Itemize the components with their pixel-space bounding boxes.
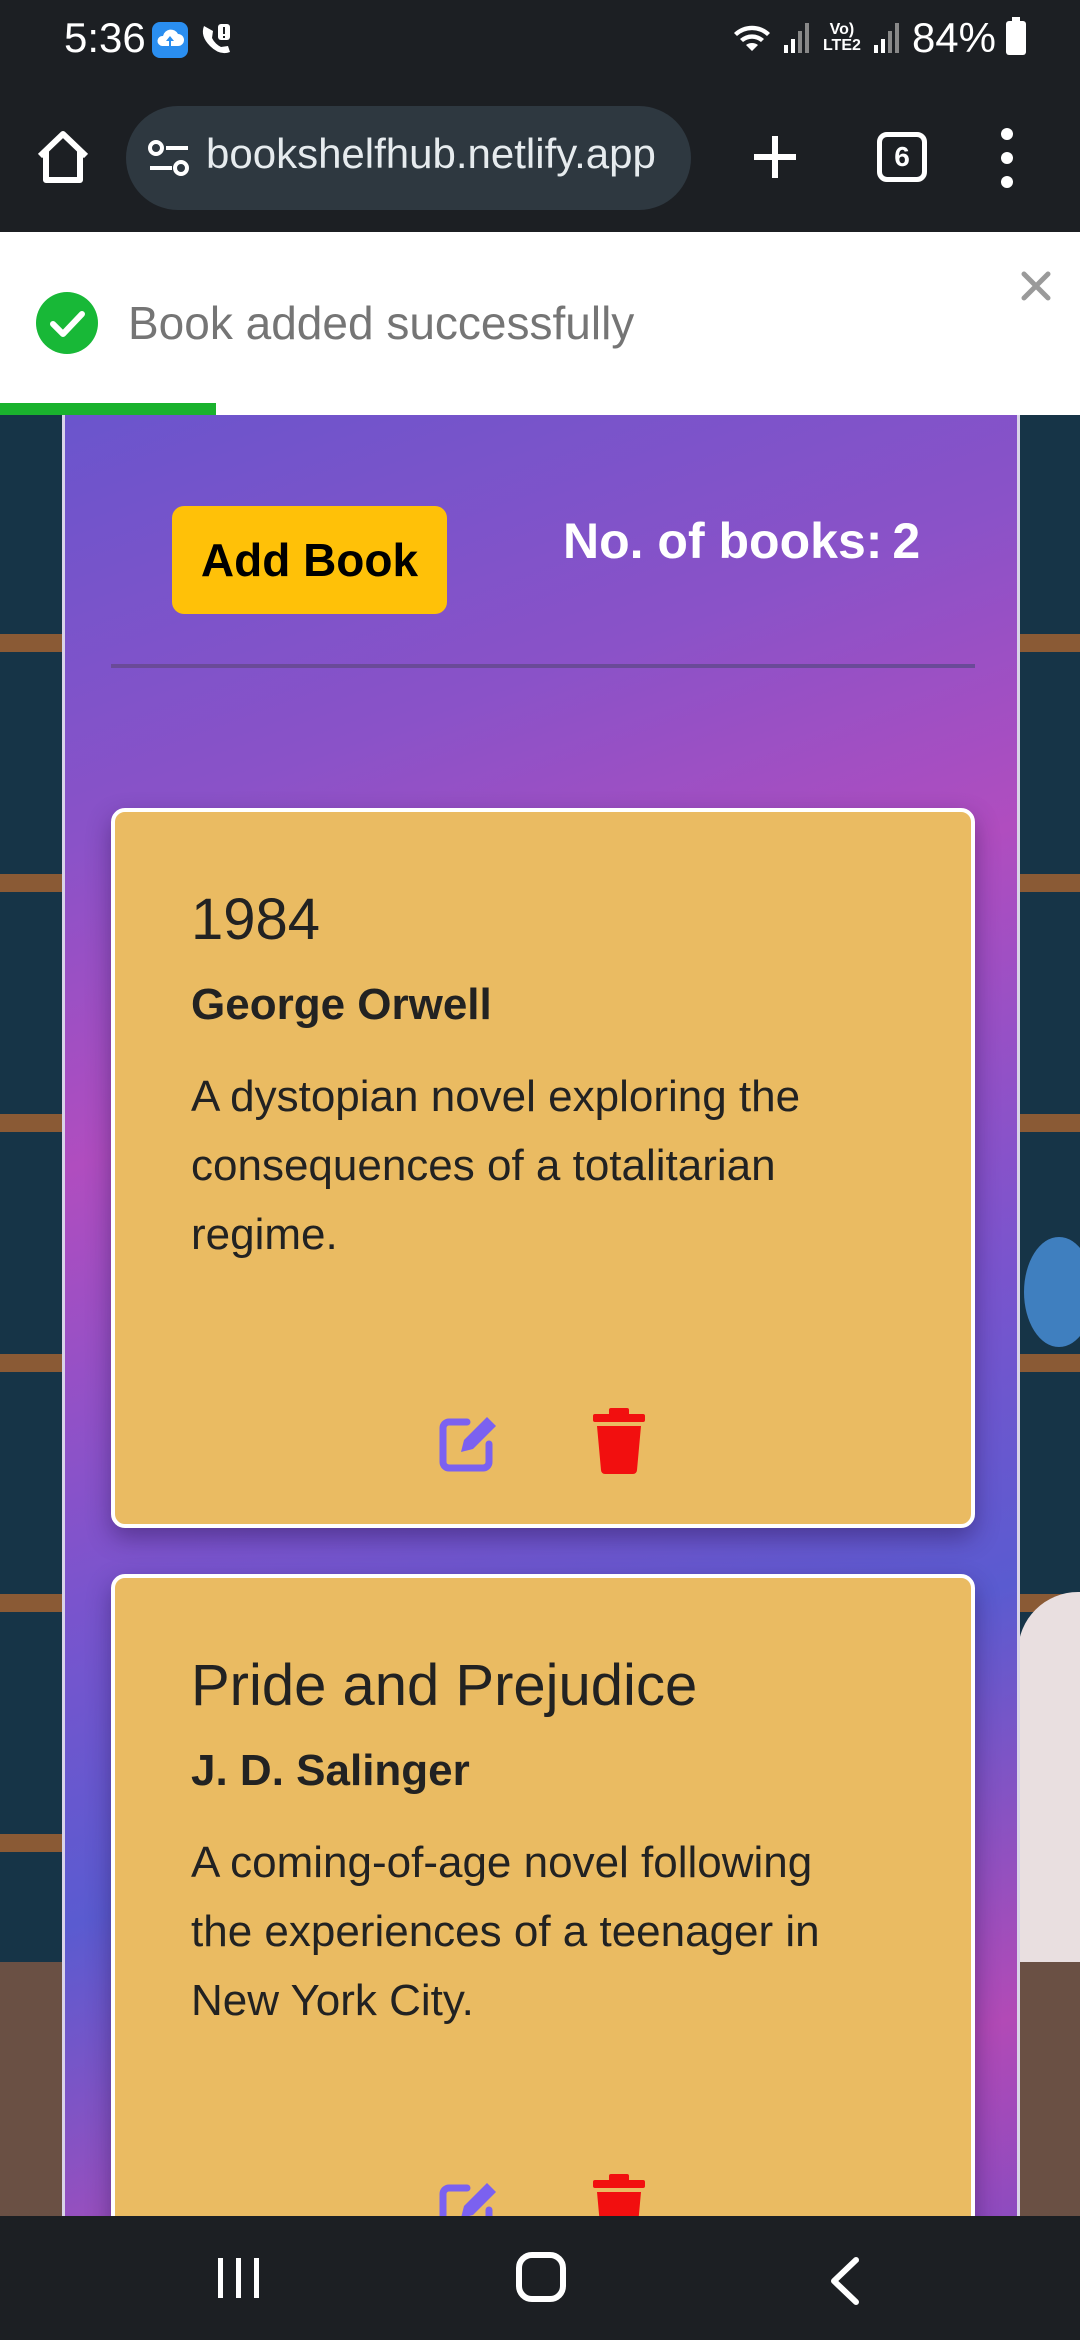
book-count-label: No. of books: [563, 513, 883, 569]
recent-apps-button[interactable] [216, 2256, 262, 2300]
check-circle-icon [36, 292, 98, 354]
status-time: 5:36 [64, 14, 146, 61]
add-book-button[interactable]: Add Book [172, 506, 447, 614]
signal-icon-2 [873, 23, 899, 53]
bookshelf-panel: Add Book No. of books: 2 1984 George Orwe… [62, 412, 1020, 2216]
edit-book-button[interactable] [437, 1410, 501, 1474]
more-vertical-icon [1001, 128, 1013, 188]
book-count-value: 2 [892, 513, 921, 569]
book-author: J. D. Salinger [191, 1746, 470, 1795]
book-card: Pride and Prejudice J. D. Salinger A com… [111, 1574, 975, 2216]
edit-book-button[interactable] [437, 2176, 501, 2216]
pen-to-square-icon [439, 1417, 496, 1472]
nav-back-button[interactable] [826, 2256, 862, 2306]
book-title: Pride and Prejudice [191, 1653, 698, 1718]
tab-switcher-button[interactable]: 6 [877, 132, 927, 182]
new-tab-button[interactable] [746, 128, 804, 186]
trash-icon [593, 1408, 645, 1474]
web-page: Add Book No. of books: 2 1984 George Orwe… [0, 232, 1080, 2216]
address-bar[interactable]: bookshelfhub.netlify.app [126, 106, 691, 210]
back-icon [831, 2257, 859, 2305]
book-description: A coming-of-age novel following the expe… [191, 1838, 820, 2025]
toast-close-button[interactable] [1016, 266, 1056, 306]
toast-message: Book added successfully [128, 297, 635, 349]
home-icon [37, 131, 89, 183]
pen-to-square-icon [439, 2183, 496, 2216]
bookshelf-background-left [0, 412, 64, 2216]
toast-progress-bar [0, 403, 216, 415]
book-card: 1984 George Orwell A dystopian novel exp… [111, 808, 975, 1528]
delete-book-button[interactable] [591, 1408, 647, 1474]
book-count: No. of books: 2 [563, 512, 920, 570]
bookshelf-background-right [1018, 412, 1080, 2216]
home-button[interactable] [28, 122, 98, 192]
browser-toolbar: bookshelfhub.netlify.app 6 [0, 80, 1080, 232]
status-bar: 5:36 Vo) LTE2 84% [0, 0, 1080, 80]
url-text: bookshelfhub.netlify.app [206, 130, 656, 177]
site-settings-icon[interactable] [148, 140, 190, 176]
battery-percent: 84% [911, 14, 996, 61]
wifi-icon [733, 25, 770, 51]
book-author: George Orwell [191, 980, 492, 1029]
success-toast: Book added successfully [0, 232, 1080, 415]
browser-menu-button[interactable] [990, 120, 1024, 196]
network-type: Vo) LTE2 [822, 21, 861, 54]
delete-book-button[interactable] [591, 2174, 647, 2216]
cloud-upload-icon [152, 22, 188, 58]
status-indicators: Vo) LTE2 84% [732, 14, 1026, 62]
recents-icon [218, 2258, 259, 2298]
nav-home-button[interactable] [516, 2252, 566, 2302]
trash-icon [593, 2174, 645, 2216]
book-title: 1984 [191, 887, 321, 952]
plus-icon [754, 136, 796, 178]
call-alert-icon [198, 20, 234, 58]
system-nav-bar [0, 2216, 1080, 2340]
book-description: A dystopian novel exploring the conseque… [191, 1072, 801, 1259]
header-divider [111, 664, 975, 668]
globe-decoration [1024, 1237, 1080, 1347]
signal-icon [783, 23, 809, 53]
battery-icon [1006, 17, 1026, 55]
close-icon [1021, 271, 1051, 301]
